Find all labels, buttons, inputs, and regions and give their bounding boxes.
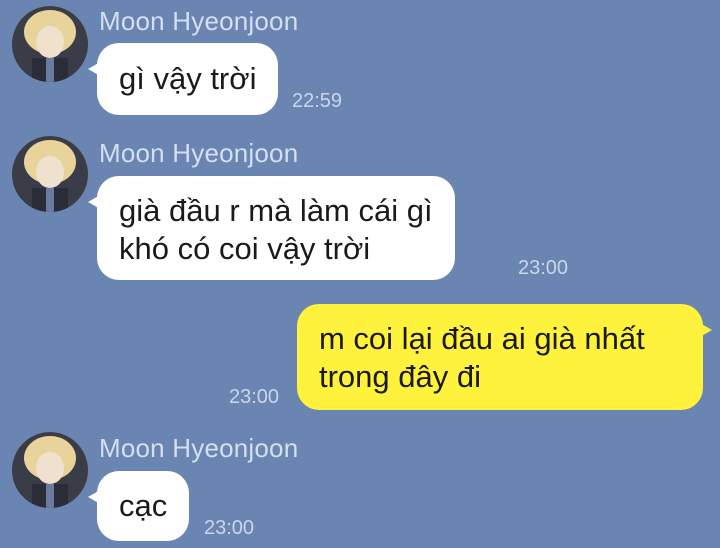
message-text-line: già đầu r mà làm cái gì [119,193,433,228]
chat-thread: Moon Hyeonjoon gì vậy trời 22:59 Moon Hy… [0,0,720,548]
sender-avatar[interactable] [12,6,88,82]
message-bubble-outgoing[interactable]: m coi lại đầu ai già nhất trong đây đi [297,304,712,410]
message-bubble[interactable]: già đầu r mà làm cái gì khó có coi vậy t… [88,176,455,280]
sender-avatar[interactable] [12,136,88,212]
avatar-image [12,136,88,212]
message-timestamp: 23:00 [229,386,280,408]
message-text-line: trong đây đi [319,359,481,394]
message-timestamp: 23:00 [518,257,569,279]
message-text-line: khó có coi vậy trời [119,231,371,266]
sender-name: Moon Hyeonjoon [99,433,299,463]
message-bubble[interactable]: cạc [87,471,190,541]
message-bubble[interactable]: gì vậy trời [87,43,279,115]
avatar-image [12,6,88,82]
message-timestamp: 23:00 [204,517,255,539]
message-timestamp: 22:59 [292,90,343,112]
sender-name: Moon Hyeonjoon [99,6,299,36]
message-text: cạc [119,488,168,523]
sender-avatar[interactable] [12,432,88,508]
message-text: gì vậy trời [119,61,257,96]
avatar-image [12,432,88,508]
message-text-line: m coi lại đầu ai già nhất [319,321,645,356]
sender-name: Moon Hyeonjoon [99,138,299,168]
